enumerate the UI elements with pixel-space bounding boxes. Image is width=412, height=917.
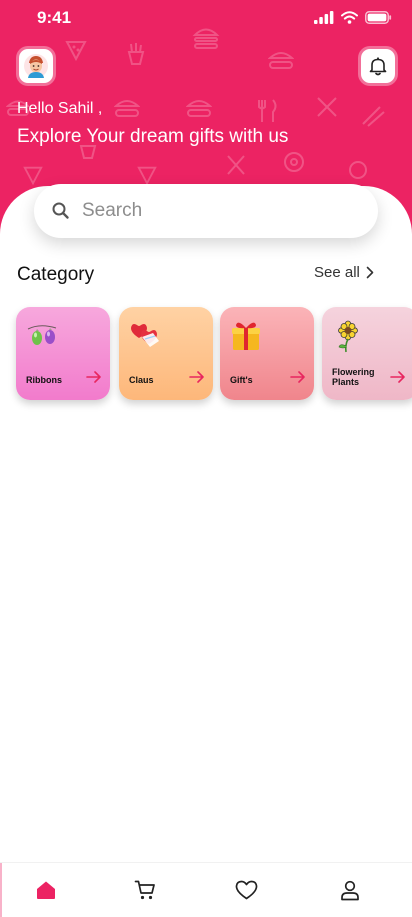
chevron-right-icon: [366, 266, 374, 279]
pizza-doodle-icon-2: [23, 166, 43, 186]
profile-avatar-button[interactable]: [19, 49, 53, 83]
category-label: Ribbons: [26, 375, 62, 385]
nav-favorites[interactable]: [233, 877, 259, 903]
cutlery-doodle-icon-4: [227, 155, 245, 175]
arrow-right-icon: [86, 371, 101, 383]
burger-doodle-icon-4: [186, 100, 212, 117]
content-sheet: [0, 186, 412, 917]
search-bar[interactable]: [34, 184, 378, 238]
category-label: Flowering Plants: [332, 367, 375, 387]
ribbons-icon: [27, 325, 57, 345]
battery-icon: [365, 11, 392, 24]
category-card-flowering-plants[interactable]: Flowering Plants: [322, 307, 412, 400]
see-all-label: See all: [314, 264, 360, 281]
greeting-text: Hello Sahil ,: [17, 100, 103, 117]
see-all-link[interactable]: See all: [314, 264, 374, 281]
tagline-text: Explore Your dream gifts with us: [17, 126, 289, 147]
cutlery-doodle-icon: [258, 99, 277, 122]
pizza-doodle-icon-3: [137, 166, 157, 186]
burger-doodle-icon-3: [114, 100, 140, 117]
category-label: Gift's: [230, 375, 253, 385]
nav-edge-marker: [0, 863, 2, 917]
hearts-icon: [131, 324, 159, 347]
avatar-icon: [24, 54, 48, 78]
status-time: 9:41: [37, 8, 72, 27]
cellular-signal-icon: [314, 11, 334, 24]
flower-icon: [338, 320, 358, 353]
arrow-right-icon: [189, 371, 204, 383]
category-card-gifts[interactable]: Gift's: [220, 307, 314, 400]
arrow-right-icon: [290, 371, 305, 383]
donut-doodle-icon: [284, 152, 304, 172]
cart-icon: [134, 880, 155, 900]
nav-cart[interactable]: [132, 877, 158, 903]
pizza-doodle-icon: [65, 41, 87, 62]
burger-doodle-icon-2: [268, 52, 294, 69]
profile-icon: [341, 880, 359, 900]
arrow-right-icon: [390, 371, 405, 383]
heart-icon: [235, 880, 257, 900]
category-section-title: Category: [17, 264, 95, 285]
fries-doodle-icon: [127, 43, 145, 65]
home-icon: [37, 881, 55, 899]
category-card-ribbons[interactable]: Ribbons: [16, 307, 110, 400]
donut-doodle-icon-2: [349, 161, 367, 179]
category-card-claus[interactable]: Claus: [119, 307, 213, 400]
status-bar: 9:41: [0, 0, 412, 36]
nav-profile[interactable]: [337, 877, 363, 903]
nav-home[interactable]: [33, 877, 59, 903]
home-screen: 9:41 Hello Sahil , Explore Your dream gi…: [0, 0, 412, 917]
search-icon: [52, 202, 69, 219]
category-label: Claus: [129, 375, 154, 385]
cutlery-doodle-icon-3: [362, 106, 385, 127]
cutlery-doodle-icon-2: [317, 97, 337, 117]
bottom-navigation: [0, 862, 412, 917]
gift-icon: [232, 322, 260, 350]
wifi-icon: [341, 11, 358, 24]
status-icons: [314, 11, 392, 24]
bell-icon: [369, 57, 387, 76]
notifications-button[interactable]: [361, 49, 395, 83]
search-input[interactable]: [82, 184, 362, 238]
